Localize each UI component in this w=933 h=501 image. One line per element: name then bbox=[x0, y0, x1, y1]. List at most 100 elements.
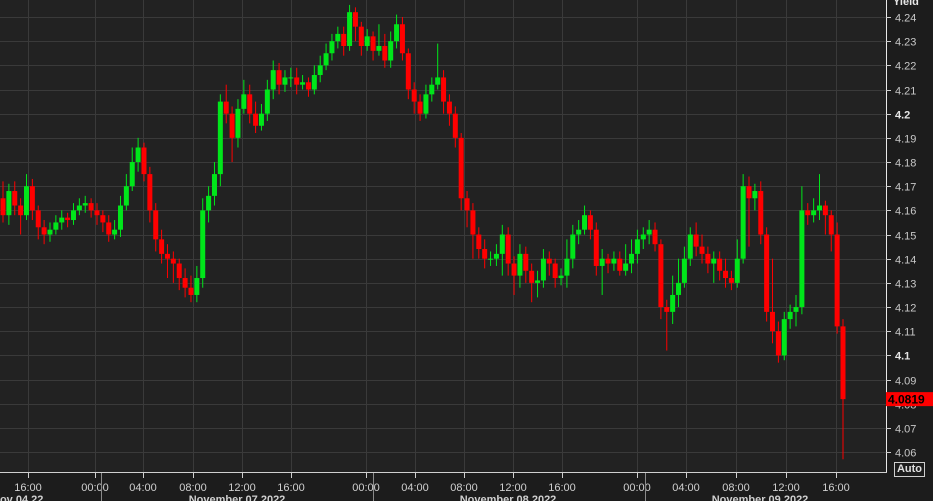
candle-body bbox=[817, 205, 823, 211]
candle-body bbox=[564, 258, 570, 276]
candle-body bbox=[728, 278, 734, 283]
candle-body bbox=[540, 258, 546, 281]
x-date-label: Nov 04 22 bbox=[0, 494, 43, 501]
candle-up bbox=[200, 198, 206, 288]
candle-body bbox=[76, 205, 82, 211]
x-tick-label: 16:00 bbox=[277, 482, 305, 494]
candle-body bbox=[100, 215, 106, 223]
x-tick-label: 12:00 bbox=[772, 482, 800, 494]
candle-body bbox=[629, 253, 635, 264]
candle-body bbox=[352, 12, 358, 27]
candle-body bbox=[646, 229, 652, 235]
y-tick-label: 4.2 bbox=[895, 110, 910, 122]
candle-body bbox=[29, 186, 35, 211]
x-axis[interactable]: 16:00 00:00 04:00 08:00 12:00 16:00 00:00 04:00… bbox=[0, 473, 850, 501]
candle-body bbox=[687, 234, 693, 259]
candle-body bbox=[217, 101, 223, 175]
candle-body bbox=[693, 234, 699, 247]
candle-body bbox=[640, 234, 646, 240]
candle-body bbox=[18, 205, 24, 216]
candle-body bbox=[211, 174, 217, 196]
x-date-label: November 07 2022 bbox=[189, 494, 286, 501]
x-tick-label: 04:00 bbox=[401, 482, 429, 494]
candle-body bbox=[188, 287, 194, 295]
candle-body bbox=[6, 191, 12, 216]
candle-body bbox=[117, 205, 123, 230]
candle-body bbox=[399, 24, 405, 54]
x-tick-label: 04:00 bbox=[672, 482, 700, 494]
candle-body bbox=[341, 33, 347, 47]
candle-body bbox=[282, 77, 288, 85]
candle-body bbox=[106, 222, 112, 235]
candle-body bbox=[94, 210, 100, 216]
candle-body bbox=[35, 210, 41, 228]
candle-body bbox=[623, 263, 629, 271]
candle-body bbox=[347, 12, 353, 47]
candle-body bbox=[752, 191, 758, 199]
candle-body bbox=[258, 113, 264, 126]
candle-body bbox=[70, 210, 76, 221]
candle-body bbox=[253, 113, 259, 126]
candle-body bbox=[746, 186, 752, 199]
candle-body bbox=[593, 229, 599, 266]
x-tick-label: 16:00 bbox=[822, 482, 850, 494]
candle-body bbox=[717, 258, 723, 271]
x-tick-label: 12:00 bbox=[228, 482, 256, 494]
candle-body bbox=[452, 113, 458, 138]
auto-scale-button[interactable]: Auto bbox=[894, 462, 925, 477]
y-tick-label: 4.07 bbox=[895, 424, 916, 436]
candle-body bbox=[129, 162, 135, 187]
candle-body bbox=[670, 294, 676, 312]
candle-body bbox=[305, 82, 311, 90]
candle-body bbox=[135, 147, 141, 163]
y-tick-label: 4.15 bbox=[895, 231, 916, 243]
candle-body bbox=[388, 41, 394, 61]
candle-body bbox=[423, 94, 429, 114]
candle-body bbox=[200, 210, 206, 279]
x-tick-label: 12:00 bbox=[499, 482, 527, 494]
candle-body bbox=[264, 89, 270, 114]
candle-body bbox=[799, 210, 805, 308]
y-tick-label: 4.06 bbox=[895, 448, 916, 460]
candle-body bbox=[41, 227, 47, 235]
candle-body bbox=[576, 229, 582, 235]
x-tick-label: 08:00 bbox=[722, 482, 750, 494]
x-date-label: November 08 2022 bbox=[460, 494, 557, 501]
candle-body bbox=[88, 203, 94, 211]
candle-body bbox=[535, 280, 541, 283]
candle-body bbox=[12, 191, 18, 206]
y-tick-label: 4.14 bbox=[895, 255, 916, 267]
x-tick-label: 08:00 bbox=[450, 482, 478, 494]
candle-body bbox=[499, 234, 505, 254]
candle-body bbox=[464, 198, 470, 211]
candle-body bbox=[811, 210, 817, 216]
candle-body bbox=[176, 263, 182, 279]
candle-body bbox=[288, 77, 294, 79]
candle-body bbox=[294, 77, 300, 85]
candle-body bbox=[59, 217, 65, 223]
candle-down bbox=[834, 222, 840, 334]
candle-body bbox=[270, 70, 276, 90]
candle-body bbox=[558, 275, 564, 279]
y-tick-label: 4.21 bbox=[895, 86, 916, 98]
y-tick-label: 4.1 bbox=[895, 351, 910, 363]
candle-body bbox=[658, 244, 664, 308]
candle-body bbox=[582, 215, 588, 230]
candle-body bbox=[65, 217, 71, 221]
candle-body bbox=[370, 36, 376, 51]
candle-body bbox=[53, 222, 59, 230]
y-tick-label: 4.24 bbox=[895, 13, 916, 25]
candle-body bbox=[47, 229, 53, 235]
candle-body bbox=[617, 258, 623, 271]
candle-body bbox=[676, 282, 682, 295]
candle-body bbox=[458, 137, 464, 199]
y-tick-label: 4.18 bbox=[895, 158, 916, 170]
candle-body bbox=[834, 234, 840, 327]
candle-body bbox=[711, 258, 717, 264]
candle-body bbox=[699, 246, 705, 254]
candle-body bbox=[770, 311, 776, 332]
candle-body bbox=[429, 84, 435, 95]
candlestick-chart[interactable]: 4.24 4.23 4.22 4.21 4.2 4.19 4.18 4.17 4.16 4.15 4… bbox=[0, 0, 933, 501]
last-price-label: 4.0819 bbox=[888, 393, 925, 407]
y-tick-label: 4.22 bbox=[895, 61, 916, 73]
